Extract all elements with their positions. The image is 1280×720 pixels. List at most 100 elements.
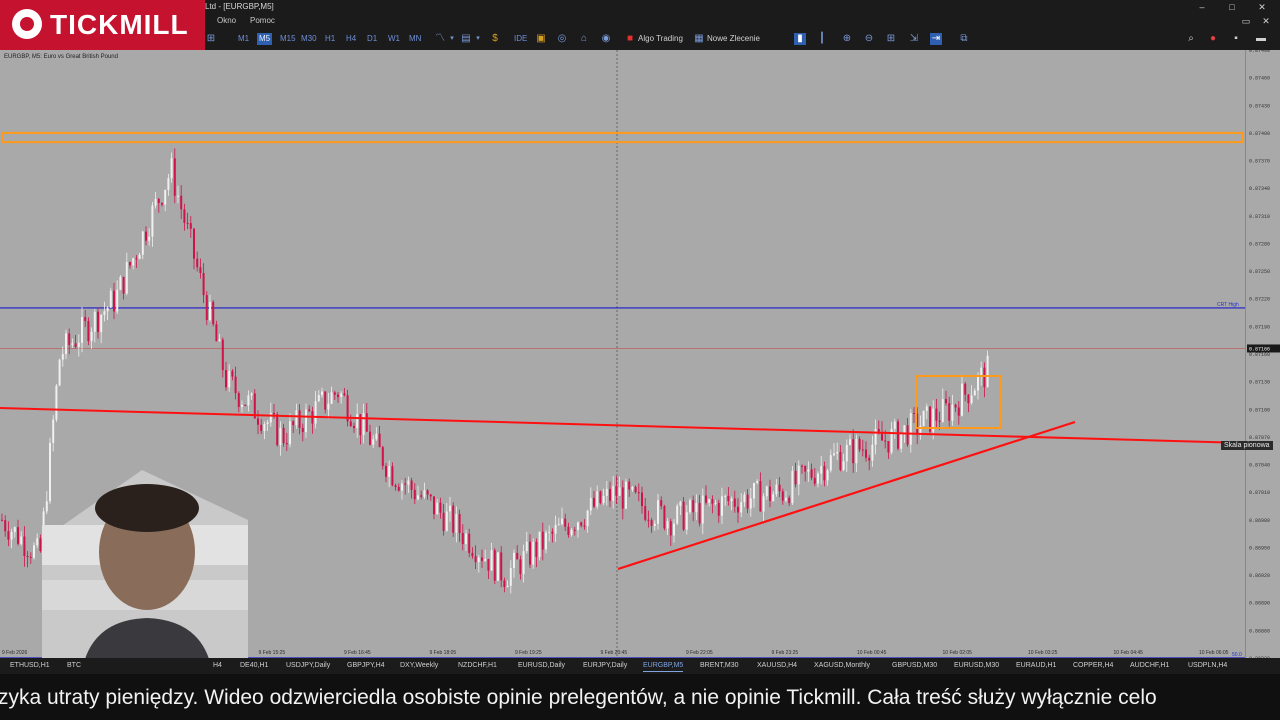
timeframe-h1[interactable]: H1 — [323, 33, 337, 45]
candle-body — [375, 433, 378, 440]
candle-body — [167, 178, 170, 190]
candle-body — [778, 484, 781, 492]
symbol-tab[interactable]: XAGUSD,Monthly — [814, 661, 870, 671]
symbol-tab[interactable]: ETHUSD,H1 — [10, 661, 50, 671]
symbol-tab[interactable]: USDJPY,Daily — [286, 661, 330, 671]
ide-button[interactable]: IDE — [512, 33, 529, 45]
chart-type-icon[interactable]: 〽 — [434, 33, 446, 45]
symbol-tab[interactable]: EURAUD,H1 — [1016, 661, 1056, 671]
zoom-in-icon[interactable]: ⊕ — [841, 33, 853, 45]
chevron-down-icon[interactable]: ▾ — [472, 33, 484, 45]
symbol-tab[interactable]: EURJPY,Daily — [583, 661, 627, 671]
timeframe-mn[interactable]: MN — [407, 33, 423, 45]
candle-body — [465, 533, 467, 545]
candles-icon[interactable]: ┃ — [816, 33, 828, 45]
candle-body — [349, 421, 352, 427]
template-icon[interactable]: ▤ — [460, 33, 472, 45]
window-title: Ltd - [EURGBP,M5] — [205, 2, 274, 11]
zoom-out-icon[interactable]: ⊖ — [863, 33, 875, 45]
timeframe-m1[interactable]: M1 — [236, 33, 251, 45]
candle-body — [577, 522, 579, 531]
symbol-tab[interactable]: BTC — [67, 661, 81, 671]
signal-icon[interactable]: ◎ — [556, 33, 568, 45]
symbol-tab[interactable]: GBPJPY,H4 — [347, 661, 385, 671]
lock-icon[interactable]: ▣ — [535, 33, 547, 45]
candle-body — [317, 394, 320, 402]
candle-body — [689, 500, 691, 513]
candle-body — [199, 267, 202, 274]
price-tick-label: 0.87400 — [1249, 131, 1270, 137]
candle-body — [513, 552, 515, 568]
candle-body — [788, 497, 791, 504]
symbol-tab[interactable]: USDPLN,H4 — [1188, 661, 1227, 671]
menu-item-help[interactable]: Pomoc — [250, 16, 275, 25]
horizontal-trendline — [0, 407, 1246, 444]
candle-body — [845, 444, 848, 462]
timeframe-d1[interactable]: D1 — [365, 33, 379, 45]
candle-body — [909, 413, 912, 445]
symbol-tab[interactable]: BRENT,M30 — [700, 661, 739, 671]
candle-body — [519, 559, 522, 575]
tile-windows-icon[interactable]: ⊞ — [205, 33, 217, 45]
symbol-tab[interactable]: COPPER,H4 — [1073, 661, 1113, 671]
dollar-icon[interactable]: $ — [489, 33, 501, 45]
candle-body — [487, 559, 490, 571]
search-icon[interactable]: ⌕ — [1185, 33, 1197, 45]
timeframe-m5[interactable]: M5 — [257, 33, 273, 45]
candle-body — [369, 431, 371, 445]
candle-body — [749, 498, 752, 509]
minimize-icon[interactable]: – — [1192, 0, 1212, 14]
restore-child-icon[interactable]: ▭ — [1236, 14, 1256, 28]
autoscroll-icon[interactable]: ⇲ — [908, 33, 920, 45]
candle-body — [532, 541, 535, 565]
algo-trading-button[interactable]: Algo Trading — [638, 33, 683, 45]
grid-icon[interactable]: ⊞ — [885, 33, 897, 45]
chevron-down-icon[interactable]: ▾ — [446, 33, 458, 45]
close-icon[interactable]: ✕ — [1252, 0, 1272, 14]
price-axis[interactable]: 0.87490 0.87460 0.87430 0.87400 0.87370 0.873… — [1245, 48, 1280, 662]
notification-icon[interactable]: ● — [1207, 33, 1219, 45]
timeframe-h4[interactable]: H4 — [344, 33, 358, 45]
candle-body — [541, 531, 544, 550]
timeframe-m15[interactable]: M15 — [278, 33, 298, 45]
symbol-tab[interactable]: NZDCHF,H1 — [458, 661, 497, 671]
candle-body — [663, 506, 666, 529]
symbol-tab[interactable]: DE40,H1 — [240, 661, 268, 671]
candle-body — [871, 444, 874, 461]
symbol-tab[interactable]: EURGBP,M5 — [643, 661, 684, 672]
candle-body — [394, 485, 397, 487]
candle-body — [135, 258, 138, 260]
chart-shift-icon[interactable]: ⇥ — [930, 33, 942, 45]
screenshot-icon[interactable]: ⧉ — [958, 33, 970, 45]
symbol-tab[interactable]: XAUUSD,H4 — [757, 661, 797, 671]
candle-body — [737, 506, 739, 513]
symbol-tab[interactable]: DXY,Weekly — [400, 661, 438, 671]
price-tick-label: 0.87310 — [1249, 214, 1270, 220]
menu-item-window[interactable]: Okno — [217, 16, 236, 25]
candle-body — [561, 518, 563, 525]
timeframe-w1[interactable]: W1 — [386, 33, 402, 45]
candle-body — [551, 531, 554, 534]
symbol-tab[interactable]: EURUSD,Daily — [518, 661, 565, 671]
close-child-icon[interactable]: ✕ — [1256, 14, 1276, 28]
symbol-tab[interactable]: GBPUSD,M30 — [892, 661, 937, 671]
symbol-tab[interactable]: H4 — [213, 661, 222, 671]
layout-icon[interactable]: ▬ — [1255, 33, 1267, 45]
candle-body — [138, 254, 141, 260]
candle-body — [637, 492, 640, 494]
account-icon[interactable]: ▪ — [1230, 33, 1242, 45]
bar-chart-icon[interactable]: ▮ — [794, 33, 806, 45]
candle-body — [625, 481, 627, 509]
new-order-button[interactable]: Nowe Zlecenie — [707, 33, 760, 45]
symbol-tab[interactable]: AUDCHF,H1 — [1130, 661, 1169, 671]
algo-stop-icon[interactable]: ■ — [624, 33, 636, 45]
symbol-tab[interactable]: EURUSD,M30 — [954, 661, 999, 671]
new-order-icon[interactable]: ▦ — [693, 33, 705, 45]
candle-body — [935, 408, 938, 421]
globe-icon[interactable]: ◉ — [600, 33, 612, 45]
market-icon[interactable]: ⌂ — [578, 33, 590, 45]
timeframe-m30[interactable]: M30 — [299, 33, 319, 45]
maximize-icon[interactable]: □ — [1222, 0, 1242, 14]
candle-body — [977, 375, 979, 391]
candle-body — [586, 510, 589, 527]
